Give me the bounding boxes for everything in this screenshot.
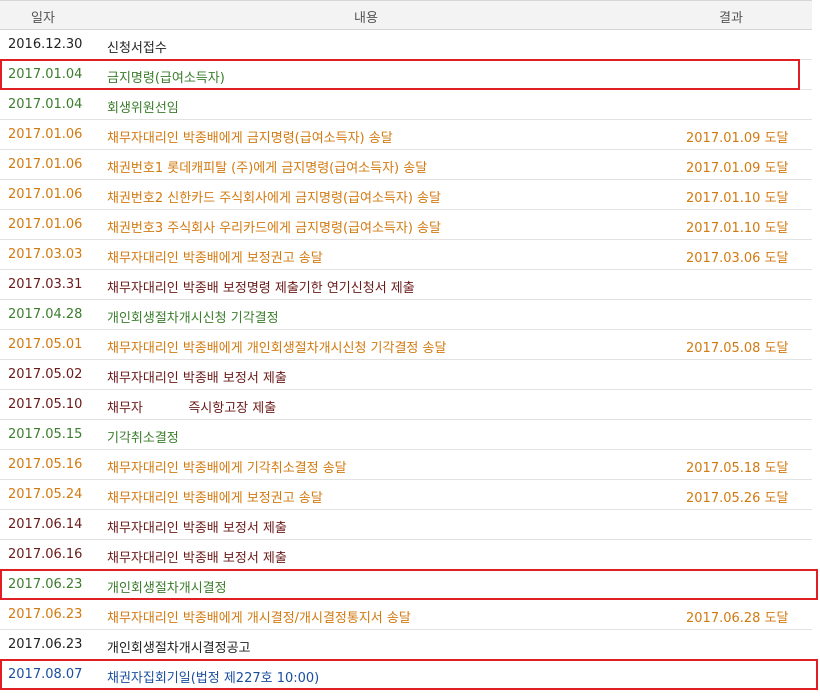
row-result: 2017.01.10 도달 <box>686 191 789 206</box>
row-content: 채무자대리인 박종배 보정서 제출 <box>107 521 287 536</box>
row-date: 2017.06.14 <box>8 517 83 532</box>
row-date: 2016.12.30 <box>8 37 83 52</box>
row-content: 채무자대리인 박종배에게 개시결정/개시결정통지서 송달 <box>107 611 411 626</box>
header-date: 일자 <box>31 11 55 26</box>
row-content: 채무자 즉시항고장 제출 <box>107 401 277 416</box>
row-date: 2017.06.16 <box>8 547 83 562</box>
row-result: 2017.01.09 도달 <box>686 131 789 146</box>
row-content: 채무자대리인 박종배에게 개인회생절차개시신청 기각결정 송달 <box>107 341 447 356</box>
table-row: 2017.01.06 채권번호1 롯데캐피탈 (주)에게 금지명령(급여소득자) … <box>0 150 812 180</box>
table-row: 2017.01.06 채권번호2 신한카드 주식회사에게 금지명령(급여소득자) … <box>0 180 812 210</box>
header-result: 결과 <box>719 11 743 26</box>
table-row: 2017.05.16 채무자대리인 박종배에게 기각취소결정 송달 2017.05.… <box>0 450 812 480</box>
row-result: 2017.01.09 도달 <box>686 161 789 176</box>
table-row: 2017.03.31 채무자대리인 박종배 보정명령 제출기한 연기신청서 제출 <box>0 270 812 300</box>
table-row: 2017.06.14 채무자대리인 박종배 보정서 제출 <box>0 510 812 540</box>
row-date: 2017.01.06 <box>8 187 83 202</box>
row-content: 개인회생절차개시결정 <box>107 581 227 596</box>
row-date: 2017.05.24 <box>8 487 83 502</box>
row-date: 2017.01.06 <box>8 127 83 142</box>
table-row: 2017.05.01 채무자대리인 박종배에게 개인회생절차개시신청 기각결정 송… <box>0 330 812 360</box>
table-row: 2017.05.24 채무자대리인 박종배에게 보정권고 송달 2017.05.26… <box>0 480 812 510</box>
row-content: 채무자대리인 박종배 보정서 제출 <box>107 371 287 386</box>
row-date: 2017.06.23 <box>8 577 83 592</box>
table-row: 2017.06.23 채무자대리인 박종배에게 개시결정/개시결정통지서 송달 20… <box>0 600 812 630</box>
row-content: 채무자대리인 박종배에게 보정권고 송달 <box>107 491 323 506</box>
row-result: 2017.05.26 도달 <box>686 491 789 506</box>
row-date: 2017.01.06 <box>8 217 83 232</box>
row-content: 금지명령(급여소득자) <box>107 71 225 86</box>
row-content: 신청서접수 <box>107 41 167 56</box>
table-row: 2017.05.10 채무자 즉시항고장 제출 <box>0 390 812 420</box>
row-content: 채권자집회기일(법정 제227호 10:00) <box>107 671 320 686</box>
row-date: 2017.05.01 <box>8 337 83 352</box>
row-date: 2017.04.28 <box>8 307 83 322</box>
row-content: 채권번호1 롯데캐피탈 (주)에게 금지명령(급여소득자) 송달 <box>107 161 428 176</box>
row-content: 채무자대리인 박종배 보정명령 제출기한 연기신청서 제출 <box>107 281 415 296</box>
history-table-body: 2016.12.30 신청서접수 2017.01.04 금지명령(급여소득자) 2017… <box>0 30 812 690</box>
row-result: 2017.05.18 도달 <box>686 461 789 476</box>
header-content: 내용 <box>354 11 378 26</box>
row-date: 2017.06.23 <box>8 607 83 622</box>
row-content: 기각취소결정 <box>107 431 179 446</box>
table-row: 2017.03.03 채무자대리인 박종배에게 보정권고 송달 2017.03.06… <box>0 240 812 270</box>
row-result: 2017.06.28 도달 <box>686 611 789 626</box>
row-date: 2017.05.16 <box>8 457 83 472</box>
row-date: 2017.08.07 <box>8 667 83 682</box>
row-date: 2017.03.31 <box>8 277 83 292</box>
row-date: 2017.05.15 <box>8 427 83 442</box>
table-row: 2017.08.07 채권자집회기일(법정 제227호 10:00) <box>0 660 812 690</box>
row-content: 개인회생절차개시신청 기각결정 <box>107 311 279 326</box>
table-row: 2017.06.16 채무자대리인 박종배 보정서 제출 <box>0 540 812 570</box>
row-content: 채무자대리인 박종배에게 보정권고 송달 <box>107 251 323 266</box>
row-content: 채권번호3 주식회사 우리카드에게 금지명령(급여소득자) 송달 <box>107 221 441 236</box>
table-row: 2017.01.06 채무자대리인 박종배에게 금지명령(급여소득자) 송달 201… <box>0 120 812 150</box>
row-date: 2017.05.02 <box>8 367 83 382</box>
row-date: 2017.03.03 <box>8 247 83 262</box>
row-content: 채무자대리인 박종배에게 금지명령(급여소득자) 송달 <box>107 131 393 146</box>
row-date: 2017.05.10 <box>8 397 83 412</box>
row-content: 개인회생절차개시결정공고 <box>107 641 251 656</box>
table-row: 2017.06.23 개인회생절차개시결정공고 <box>0 630 812 660</box>
table-row: 2017.01.06 채권번호3 주식회사 우리카드에게 금지명령(급여소득자) … <box>0 210 812 240</box>
row-content: 채권번호2 신한카드 주식회사에게 금지명령(급여소득자) 송달 <box>107 191 441 206</box>
row-content: 회생위원선임 <box>107 101 179 116</box>
table-row: 2017.04.28 개인회생절차개시신청 기각결정 <box>0 300 812 330</box>
table-row: 2017.01.04 회생위원선임 <box>0 90 812 120</box>
row-date: 2017.01.06 <box>8 157 83 172</box>
table-row: 2017.05.02 채무자대리인 박종배 보정서 제출 <box>0 360 812 390</box>
table-row: 2017.06.23 개인회생절차개시결정 <box>0 570 812 600</box>
row-result: 2017.01.10 도달 <box>686 221 789 236</box>
table-header: 일자 내용 결과 <box>0 0 812 30</box>
row-date: 2017.01.04 <box>8 67 83 82</box>
row-date: 2017.01.04 <box>8 97 83 112</box>
row-content: 채무자대리인 박종배 보정서 제출 <box>107 551 287 566</box>
row-result: 2017.05.08 도달 <box>686 341 789 356</box>
table-row: 2017.05.15 기각취소결정 <box>0 420 812 450</box>
table-row: 2017.01.04 금지명령(급여소득자) <box>0 60 812 90</box>
row-content: 채무자대리인 박종배에게 기각취소결정 송달 <box>107 461 347 476</box>
row-date: 2017.06.23 <box>8 637 83 652</box>
table-row: 2016.12.30 신청서접수 <box>0 30 812 60</box>
row-result: 2017.03.06 도달 <box>686 251 789 266</box>
